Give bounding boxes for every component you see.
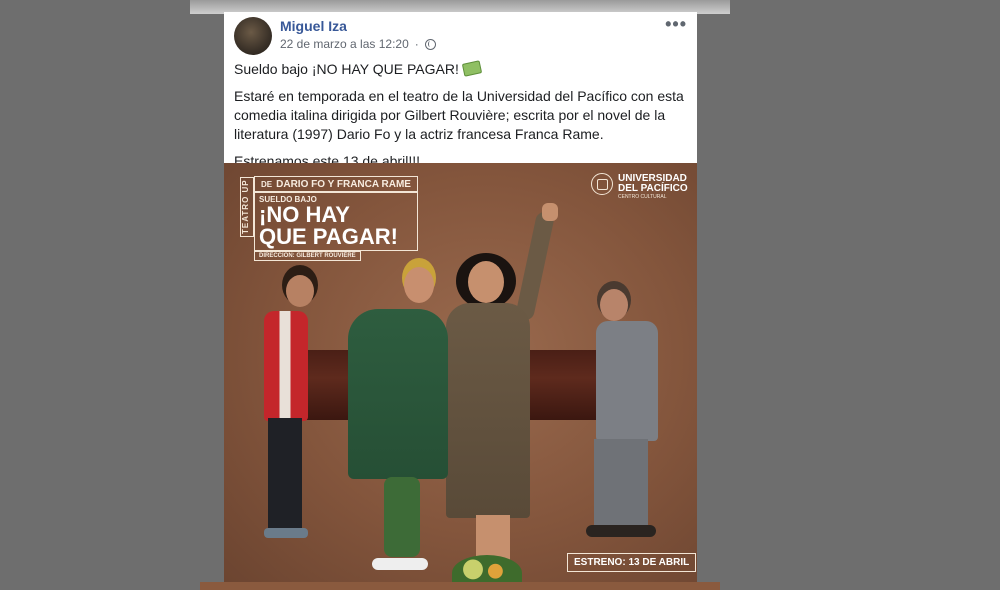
globe-icon[interactable] — [424, 38, 436, 50]
poster-title-box: SUELDO BAJO ¡NO HAY QUE PAGAR! — [254, 191, 418, 251]
actor-1-head — [286, 275, 314, 307]
avatar[interactable] — [234, 17, 272, 55]
actor-1-legs — [268, 418, 302, 533]
actor-1-body — [264, 311, 308, 421]
post-paragraph-2: Estaré en temporada en el teatro de la U… — [234, 88, 684, 142]
actor-3-fist — [542, 203, 558, 221]
actor-3-head — [468, 261, 504, 303]
actor-2-coat — [348, 309, 448, 479]
actor-4-legs — [594, 439, 648, 529]
money-with-wings-icon — [461, 60, 483, 77]
poster-title-line1: ¡NO HAY — [259, 202, 350, 227]
actor-2-head — [404, 267, 434, 303]
university-name-2: DEL PACÍFICO — [618, 183, 688, 194]
poster-side-tag: TEATRO UP — [240, 177, 254, 237]
post-author[interactable]: Miguel Iza — [280, 18, 347, 34]
university-seal-icon — [591, 173, 613, 195]
actor-4-head — [600, 289, 628, 321]
post-timestamp[interactable]: 22 de marzo a las 12:20 — [280, 37, 409, 51]
post-image-poster[interactable]: TEATRO UP DE DARIO FO Y FRANCA RAME SUELD… — [224, 163, 697, 590]
poster-direction: DIRECCIÓN: GILBERT ROUVIÈRE — [254, 251, 361, 261]
actor-1-shoes — [264, 528, 308, 538]
facebook-post: Miguel Iza 22 de marzo a las 12:20 · •••… — [224, 12, 697, 590]
actor-4-shoes — [586, 525, 656, 537]
post-line-1: Sueldo bajo ¡NO HAY QUE PAGAR! — [234, 60, 689, 79]
post-text: Sueldo bajo ¡NO HAY QUE PAGAR! Estaré en… — [234, 60, 689, 179]
poster-title-line2: QUE PAGAR! — [259, 224, 398, 249]
poster-premiere-date: ESTRENO: 13 DE ABRIL — [567, 553, 697, 572]
actor-2-legs — [384, 477, 420, 557]
more-options-icon[interactable]: ••• — [665, 14, 687, 35]
actor-3-coat — [446, 303, 530, 518]
post-meta: 22 de marzo a las 12:20 · — [280, 37, 436, 51]
actor-2-shoes — [372, 558, 428, 570]
actor-3-raised-arm — [514, 210, 556, 322]
university-subtitle: CENTRO CULTURAL — [618, 194, 667, 200]
actor-4-body — [596, 321, 658, 441]
window-bottom-band — [200, 582, 720, 590]
